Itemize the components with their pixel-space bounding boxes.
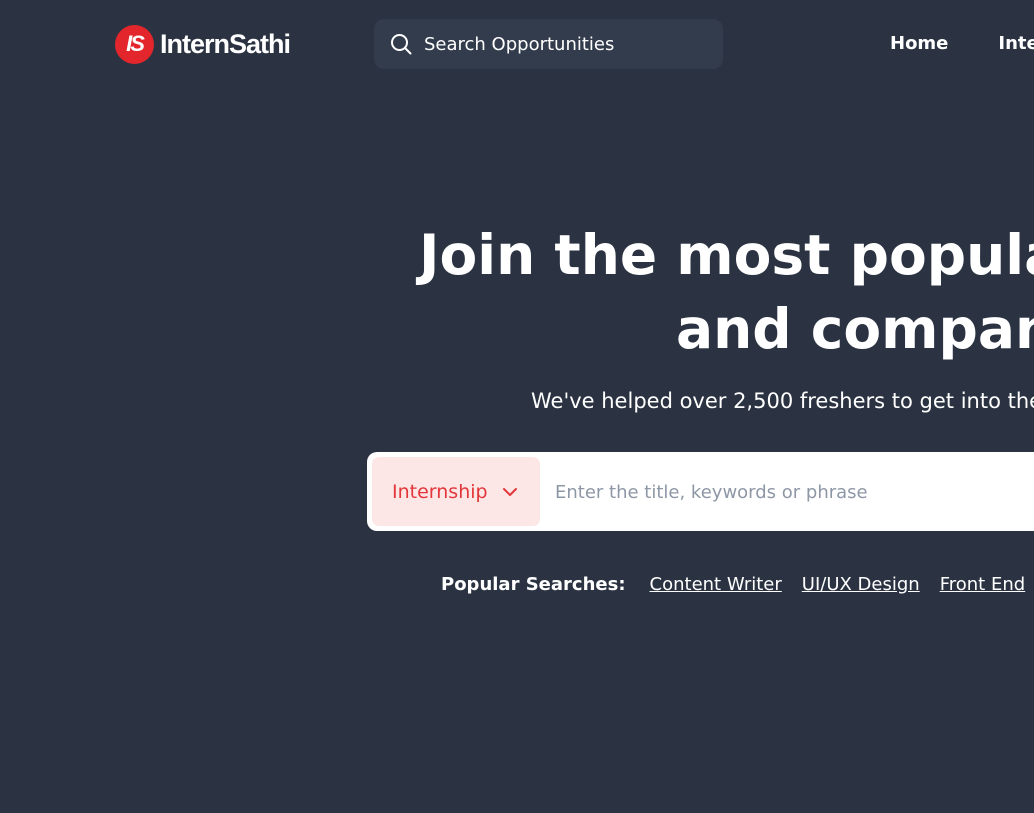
popular-searches-label: Popular Searches: [441, 574, 626, 595]
main-nav: Home Internships [890, 33, 1034, 54]
search-icon [390, 33, 412, 55]
popular-link-ui-ux-design[interactable]: UI/UX Design [802, 574, 920, 595]
hero-title-line1: Join the most popular [419, 223, 1034, 287]
keyword-search-input[interactable] [553, 472, 1034, 512]
search-box: Internship [367, 452, 1034, 531]
opportunity-type-value: Internship [392, 480, 488, 503]
popular-link-content-writer[interactable]: Content Writer [650, 574, 782, 595]
chevron-down-icon [488, 487, 518, 497]
logo[interactable]: IS InternSathi [115, 24, 291, 64]
top-search-label: Search Opportunities [424, 33, 615, 55]
logo-mark: IS [115, 24, 154, 64]
page: IS InternSathi Search Opportunities Home… [0, 0, 1034, 813]
top-search-button[interactable]: Search Opportunities [374, 19, 723, 69]
popular-searches: Popular Searches: Content Writer UI/UX D… [441, 574, 1034, 595]
logo-text: InternSathi [160, 28, 291, 59]
nav-item-internships[interactable]: Internships [998, 33, 1034, 54]
hero-title: Join the most popular and companies [419, 218, 1034, 366]
hero-title-line2: and companies [676, 297, 1034, 361]
hero-subtitle: We've helped over 2,500 freshers to get … [531, 389, 1034, 413]
opportunity-type-select[interactable]: Internship [372, 457, 540, 526]
nav-item-home[interactable]: Home [890, 33, 948, 54]
popular-link-front-end[interactable]: Front End [940, 574, 1025, 595]
